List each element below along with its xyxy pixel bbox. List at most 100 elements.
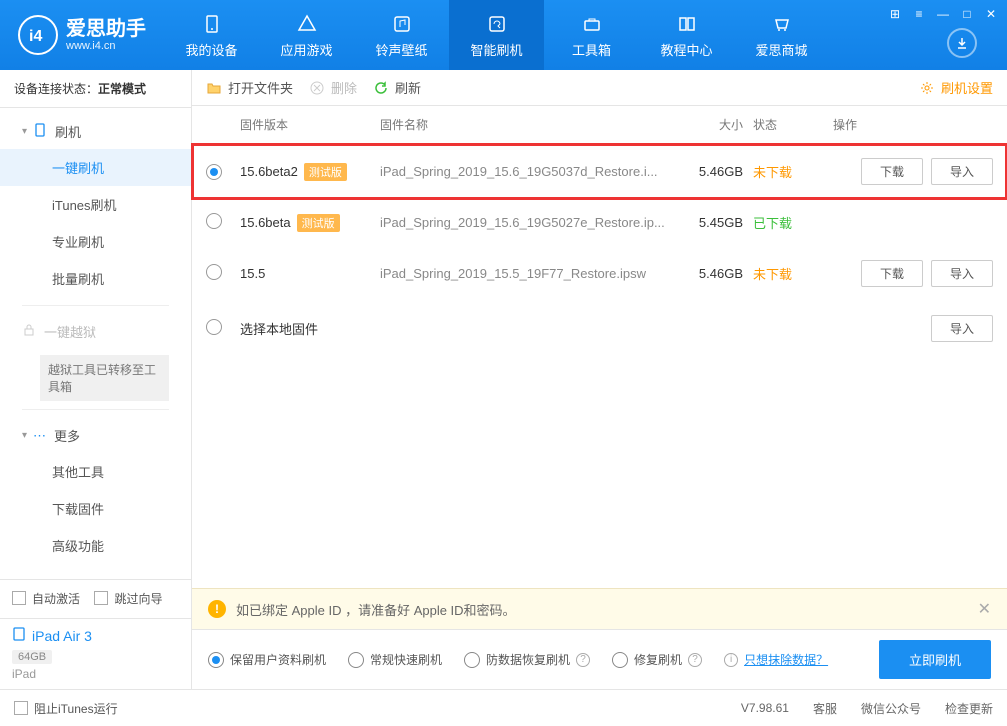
svg-text:i4: i4 — [29, 28, 42, 45]
firmware-row[interactable]: 15.5iPad_Spring_2019_15.5_19F77_Restore.… — [192, 246, 1007, 301]
sidebar-item-oneclick[interactable]: 一键刷机 — [0, 149, 191, 186]
refresh-button[interactable]: 刷新 — [373, 78, 421, 97]
close-notice-button[interactable]: ✕ — [978, 599, 991, 619]
sidebar-group-flash[interactable]: ▾ 刷机 — [0, 114, 191, 149]
firmware-status: 未下载 — [753, 264, 833, 283]
table-header: 固件版本 固件名称 大小 状态 操作 — [192, 106, 1007, 144]
sidebar-item-batch[interactable]: 批量刷机 — [0, 260, 191, 297]
th-status: 状态 — [753, 116, 833, 133]
appleid-notice: ! 如已绑定 Apple ID ，请准备好 Apple ID和密码。 ✕ — [192, 588, 1007, 629]
firmware-row[interactable]: 15.6beta测试版iPad_Spring_2019_15.6_19G5027… — [192, 199, 1007, 246]
check-update-link[interactable]: 检查更新 — [945, 700, 993, 717]
radio-local[interactable] — [206, 319, 222, 335]
opt-repair[interactable]: 修复刷机? — [612, 651, 702, 668]
download-button[interactable]: 下载 — [861, 260, 923, 287]
th-version: 固件版本 — [240, 116, 380, 133]
connection-status: 设备连接状态：正常模式 — [0, 70, 191, 108]
refresh-icon — [373, 80, 389, 96]
check-auto-activate[interactable]: 自动激活 — [12, 590, 80, 607]
nav-my-device[interactable]: 我的设备 — [164, 0, 259, 70]
th-ops: 操作 — [833, 116, 993, 133]
cart-icon — [770, 12, 794, 36]
check-skip-guide[interactable]: 跳过向导 — [94, 590, 162, 607]
firmware-name: iPad_Spring_2019_15.6_19G5027e_Restore.i… — [380, 215, 683, 230]
app-version: V7.98.61 — [741, 701, 789, 715]
delete-button: 删除 — [309, 78, 357, 97]
app-url: www.i4.cn — [66, 40, 146, 52]
nav-tutorial[interactable]: 教程中心 — [639, 0, 734, 70]
beta-tag: 测试版 — [304, 163, 347, 181]
nav-ringtone[interactable]: 铃声壁纸 — [354, 0, 449, 70]
sidebar-item-download[interactable]: 下载固件 — [0, 490, 191, 527]
logo-icon: i4 — [18, 15, 58, 55]
warning-icon: ! — [208, 600, 226, 618]
maximize-icon[interactable]: □ — [959, 6, 975, 22]
erase-link[interactable]: i只想抹除数据？ — [724, 651, 828, 668]
firmware-version: 15.5 — [240, 266, 380, 281]
flash-options: 保留用户资料刷机 常规快速刷机 防数据恢复刷机? 修复刷机? i只想抹除数据？ … — [192, 629, 1007, 689]
close-icon[interactable]: ✕ — [983, 6, 999, 22]
nav-store[interactable]: 爱思商城 — [734, 0, 829, 70]
nav-apps[interactable]: 应用游戏 — [259, 0, 354, 70]
import-local-button[interactable]: 导入 — [931, 315, 993, 342]
menu-icon[interactable]: ⊞ — [887, 6, 903, 22]
firmware-version: 15.6beta2测试版 — [240, 163, 380, 181]
check-block-itunes[interactable]: 阻止iTunes运行 — [14, 700, 118, 717]
help-icon[interactable]: ? — [576, 653, 590, 667]
device-name[interactable]: iPad Air 3 — [12, 627, 179, 644]
chevron-down-icon: ▾ — [22, 430, 27, 441]
device-icon — [200, 12, 224, 36]
radio-select[interactable] — [206, 164, 222, 180]
local-firmware-row: 选择本地固件 导入 — [192, 301, 1007, 356]
tablet-icon — [12, 627, 26, 644]
firmware-row[interactable]: 15.6beta2测试版iPad_Spring_2019_15.6_19G503… — [192, 144, 1007, 199]
app-header: i4 爱思助手 www.i4.cn 我的设备 应用游戏 铃声壁纸 智能刷机 工具… — [0, 0, 1007, 70]
sidebar-item-other[interactable]: 其他工具 — [0, 453, 191, 490]
import-button[interactable]: 导入 — [931, 260, 993, 287]
sidebar-checks: 自动激活 跳过向导 — [0, 579, 191, 619]
sidebar-item-itunes[interactable]: iTunes刷机 — [0, 186, 191, 223]
opt-antirecover[interactable]: 防数据恢复刷机? — [464, 651, 590, 668]
customer-service-link[interactable]: 客服 — [813, 700, 837, 717]
folder-icon — [206, 80, 222, 96]
app-name: 爱思助手 — [66, 18, 146, 40]
sidebar-group-more[interactable]: ▾ ⋯ 更多 — [0, 418, 191, 453]
start-flash-button[interactable]: 立即刷机 — [879, 640, 991, 679]
download-indicator-icon[interactable] — [947, 28, 977, 58]
firmware-size: 5.46GB — [683, 266, 753, 281]
chevron-down-icon: ▾ — [22, 126, 27, 137]
minimize-icon[interactable]: — — [935, 6, 951, 22]
app-logo: i4 爱思助手 www.i4.cn — [0, 15, 164, 55]
opt-normal[interactable]: 常规快速刷机 — [348, 651, 442, 668]
music-icon — [390, 12, 414, 36]
nav-flash[interactable]: 智能刷机 — [449, 0, 544, 70]
flash-settings-button[interactable]: 刷机设置 — [919, 78, 993, 97]
download-button[interactable]: 下载 — [861, 158, 923, 185]
list-icon[interactable]: ≡ — [911, 6, 927, 22]
jailbreak-note: 越狱工具已转移至工具箱 — [40, 355, 169, 401]
window-controls: ⊞ ≡ — □ ✕ — [887, 6, 999, 22]
device-info: iPad Air 3 64GB iPad — [0, 618, 191, 689]
nav-toolbox[interactable]: 工具箱 — [544, 0, 639, 70]
sidebar-item-pro[interactable]: 专业刷机 — [0, 223, 191, 260]
opt-keep-data[interactable]: 保留用户资料刷机 — [208, 651, 326, 668]
open-folder-button[interactable]: 打开文件夹 — [206, 78, 293, 97]
firmware-status: 已下载 — [753, 213, 833, 232]
gear-icon — [919, 80, 935, 96]
th-size: 大小 — [683, 116, 753, 133]
radio-select[interactable] — [206, 264, 222, 280]
phone-icon — [33, 123, 47, 140]
help-icon[interactable]: ? — [688, 653, 702, 667]
book-icon — [675, 12, 699, 36]
delete-icon — [309, 80, 325, 96]
toolbar: 打开文件夹 删除 刷新 刷机设置 — [192, 70, 1007, 106]
firmware-name: iPad_Spring_2019_15.5_19F77_Restore.ipsw — [380, 266, 683, 281]
sidebar-group-jailbreak: 一键越狱 — [0, 314, 191, 349]
radio-select[interactable] — [206, 213, 222, 229]
beta-tag: 测试版 — [297, 214, 340, 232]
sidebar: 设备连接状态：正常模式 ▾ 刷机 一键刷机 iTunes刷机 专业刷机 批量刷机… — [0, 70, 192, 689]
sidebar-item-advanced[interactable]: 高级功能 — [0, 527, 191, 564]
status-bar: 阻止iTunes运行 V7.98.61 客服 微信公众号 检查更新 — [0, 689, 1007, 726]
import-button[interactable]: 导入 — [931, 158, 993, 185]
wechat-link[interactable]: 微信公众号 — [861, 700, 921, 717]
